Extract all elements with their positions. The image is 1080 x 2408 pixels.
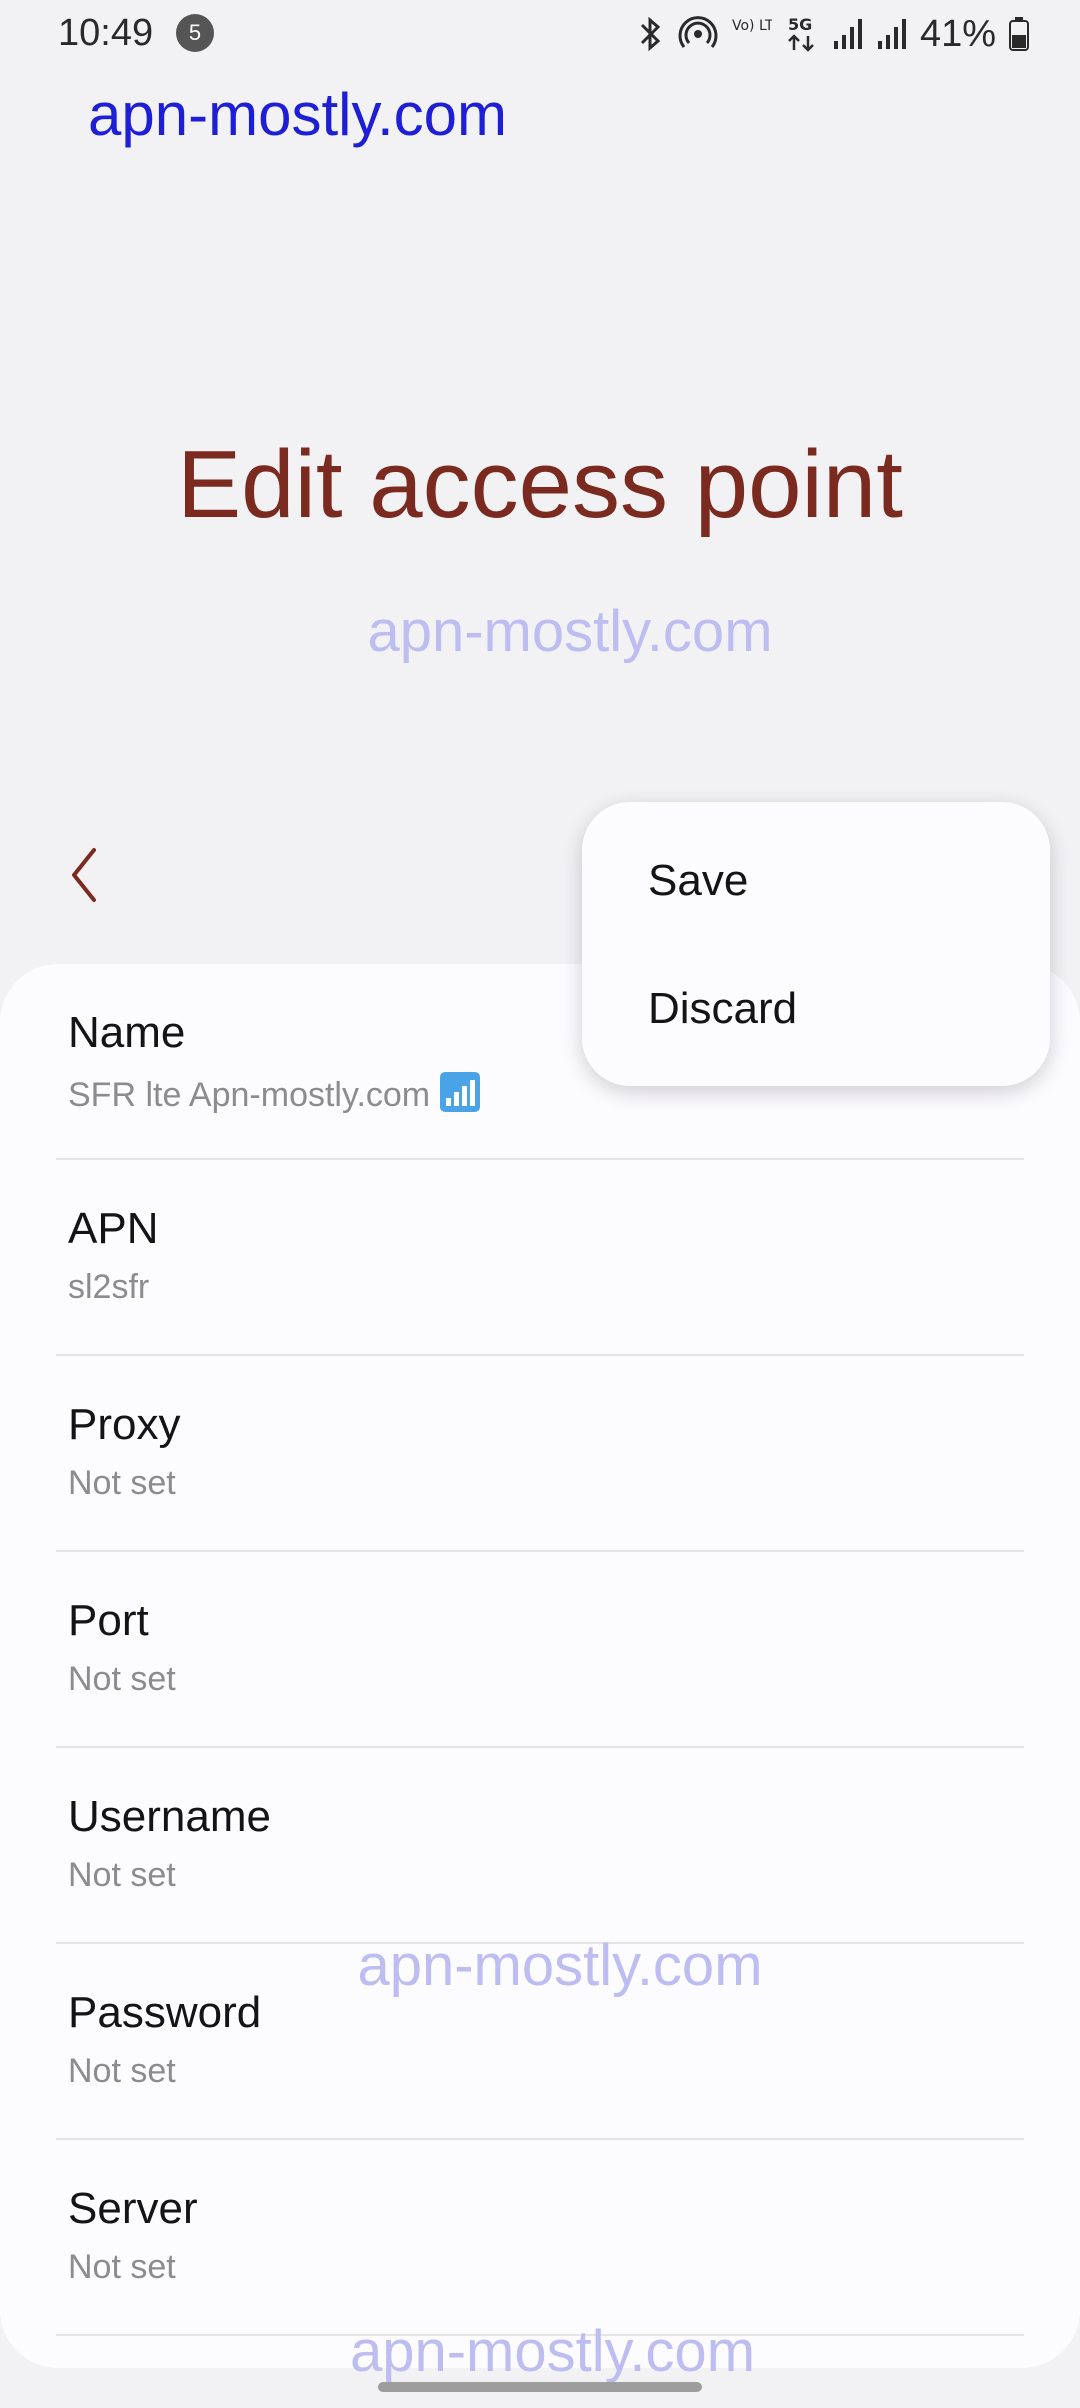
setting-label: APN	[68, 1204, 159, 1253]
setting-value: sl2sfr	[68, 1268, 150, 1306]
discard-menu-item[interactable]: Discard	[648, 984, 797, 1034]
setting-row-proxy[interactable]: Proxy Not set	[56, 1356, 1024, 1552]
save-menu-item[interactable]: Save	[648, 856, 748, 906]
back-button[interactable]	[62, 840, 112, 910]
watermark-text: apn-mostly.com	[88, 81, 508, 148]
setting-value: Not set	[68, 2248, 176, 2286]
setting-label: Username	[68, 1792, 271, 1841]
setting-label: Proxy	[68, 1400, 181, 1449]
page-title: Edit access point	[177, 431, 903, 538]
watermark-text: apn-mostly.com	[349, 2319, 756, 2384]
signal-icon	[877, 19, 906, 49]
notification-count-badge: 5	[176, 14, 214, 52]
setting-row-server[interactable]: Server Not set	[56, 2140, 1024, 2336]
overflow-menu: Save Discard	[582, 802, 1050, 1086]
volte-icon: Vo) LTE1	[732, 18, 772, 34]
battery-icon	[1009, 17, 1029, 51]
setting-row-port[interactable]: Port Not set	[56, 1552, 1024, 1748]
hotspot-icon	[678, 16, 718, 48]
battery-percent: 41%	[919, 12, 996, 55]
settings-list: Name SFR lte Apn-mostly.com APN sl2sfr P…	[0, 964, 1080, 2368]
setting-row-apn[interactable]: APN sl2sfr	[56, 1160, 1024, 1356]
setting-label: Server	[68, 2184, 198, 2233]
setting-value: Not set	[68, 2052, 176, 2090]
svg-text:Vo) LTE1: Vo) LTE1	[732, 18, 772, 34]
bluetooth-icon	[640, 16, 661, 52]
status-icons: Vo) LTE1 5G 41%	[636, 12, 1030, 56]
signal-icon	[833, 19, 862, 49]
setting-row-username[interactable]: Username Not set	[56, 1748, 1024, 1944]
setting-value: Not set	[68, 1856, 176, 1894]
5g-icon: 5G	[788, 15, 814, 52]
setting-label: Name	[68, 1008, 186, 1057]
watermark-text: apn-mostly.com	[357, 1933, 763, 1998]
chevron-left-icon	[72, 848, 96, 902]
setting-label: Port	[68, 1596, 149, 1645]
gesture-handle[interactable]	[378, 2382, 702, 2392]
watermark-text: apn-mostly.com	[367, 599, 773, 664]
status-bar: 10:49 5 Vo) LTE1 5G 41%	[0, 0, 1080, 70]
status-time: 10:49	[58, 12, 154, 54]
setting-value: Not set	[68, 1660, 176, 1698]
setting-value: SFR lte Apn-mostly.com	[68, 1072, 481, 1115]
svg-text:5G: 5G	[788, 15, 812, 34]
setting-value: Not set	[68, 1464, 176, 1502]
signal-emoji-icon	[440, 1072, 481, 1112]
